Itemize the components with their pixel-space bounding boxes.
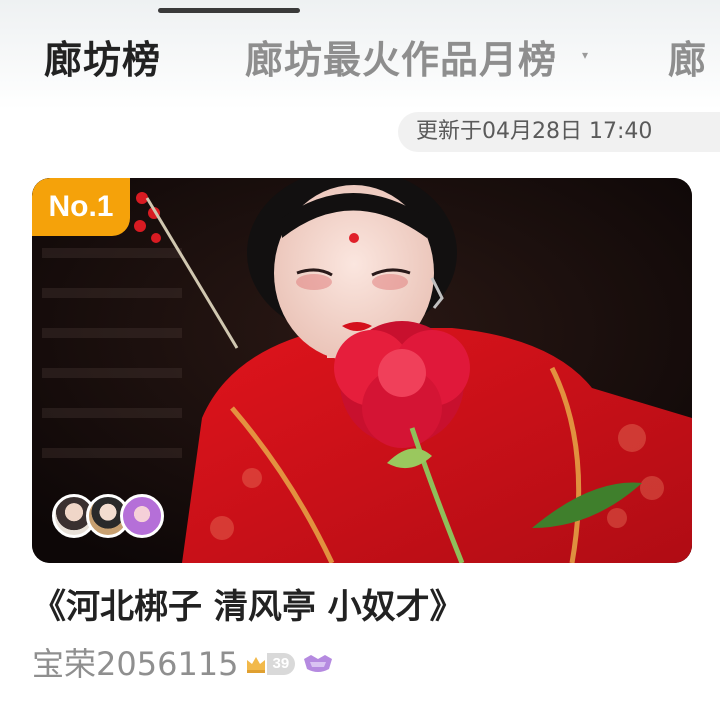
cover-image[interactable]: No.1 [32, 178, 692, 563]
caret-down-icon: ▾ [582, 48, 589, 62]
level-number: 39 [266, 653, 296, 675]
crown-icon [246, 657, 265, 673]
level-badge: 39 [245, 652, 296, 676]
rank-badge: No.1 [32, 178, 130, 236]
fan-badge-icon [304, 655, 333, 672]
tab-indicator [158, 8, 300, 13]
tab-langfang-more[interactable]: 廊 [668, 34, 707, 86]
work-title[interactable]: 《河北梆子 清风亭 小奴才》 [32, 582, 464, 632]
author-row[interactable]: 宝荣2056115 39 [32, 642, 335, 686]
tab-langfang-rank[interactable]: 廊坊榜 [44, 34, 161, 86]
update-time: 更新于04月28日 17:40 [398, 112, 720, 152]
author-name[interactable]: 宝荣2056115 [32, 642, 239, 686]
tab-bar: 廊坊榜 廊坊最火作品月榜 ▾ 廊 [0, 0, 720, 110]
tab-langfang-monthly-hot[interactable]: 廊坊最火作品月榜 [245, 34, 557, 86]
avatar[interactable] [120, 494, 164, 538]
